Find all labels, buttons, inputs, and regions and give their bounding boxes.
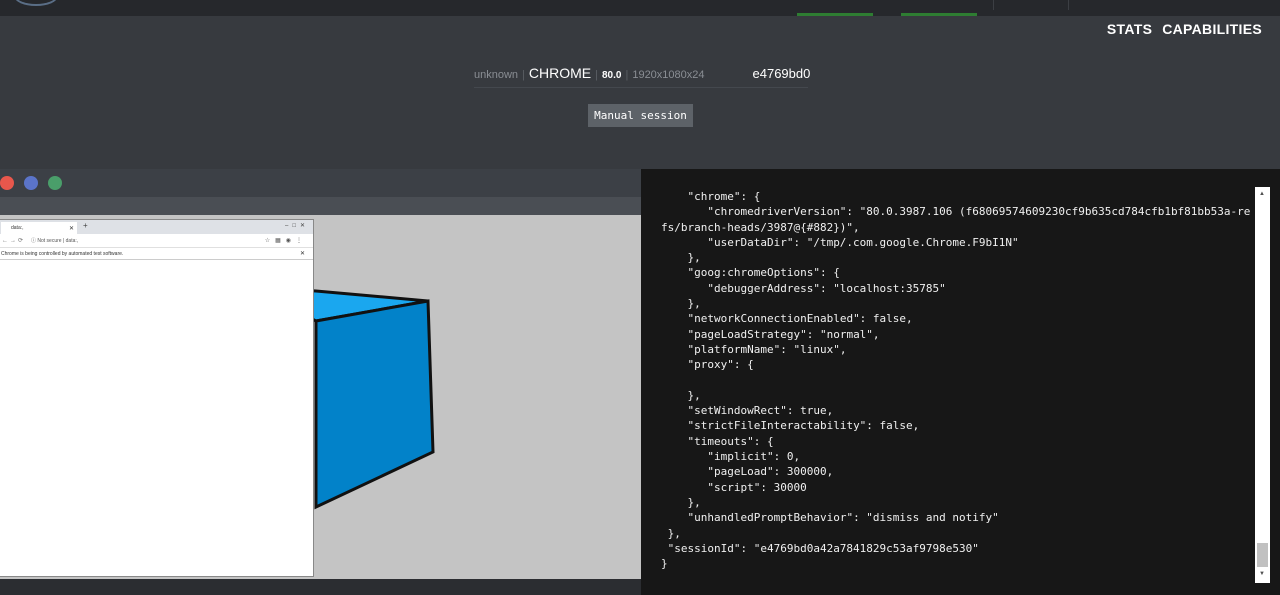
view-tabs: STATS CAPABILITIES: [1107, 21, 1262, 37]
browser-name: CHROME: [528, 65, 592, 81]
screen-resolution: 1920x1080x24: [632, 69, 705, 81]
maximize-dot-icon[interactable]: [48, 176, 62, 190]
automation-infobar: Chrome is being controlled by automated …: [0, 248, 313, 260]
close-tab-icon[interactable]: ✕: [69, 225, 74, 232]
close-infobar-icon[interactable]: ✕: [300, 250, 305, 257]
session-id: e4769bd0: [752, 66, 811, 81]
nav-divider: [993, 0, 994, 10]
browser-tabstrip: data:, ✕ + –□✕: [0, 220, 313, 234]
window-controls-icon[interactable]: –□✕: [285, 222, 309, 229]
session-header: STATS CAPABILITIES unknown | CHROME | 80…: [0, 16, 1280, 169]
scrollbar-thumb[interactable]: [1257, 543, 1268, 567]
automation-notice: Chrome is being controlled by automated …: [1, 251, 124, 257]
scrollbar[interactable]: ▲ ▼: [1255, 187, 1270, 583]
browser-window: data:, ✕ + –□✕ ←→⟳ ⓘ Not secure | data:,…: [0, 219, 314, 577]
manual-session-button[interactable]: Manual session: [588, 104, 693, 127]
address-url: data:,: [65, 238, 79, 244]
vnc-panel: data:, ✕ + –□✕ ←→⟳ ⓘ Not secure | data:,…: [0, 169, 641, 595]
nav-divider: [1068, 0, 1069, 10]
vnc-footer: [0, 579, 641, 595]
tab-stats[interactable]: STATS: [1107, 21, 1152, 37]
nav-arrows-icon[interactable]: ←→⟳: [2, 237, 25, 244]
separator: |: [625, 69, 629, 81]
separator: |: [595, 69, 598, 81]
vnc-screen[interactable]: data:, ✕ + –□✕ ←→⟳ ⓘ Not secure | data:,…: [0, 215, 641, 579]
new-tab-icon[interactable]: +: [83, 221, 88, 230]
top-nav-bar: [0, 0, 1280, 16]
browser-toolbar: ←→⟳ ⓘ Not secure | data:, ☆▦◉⋮: [0, 234, 313, 248]
browser-tab[interactable]: data:, ✕: [1, 222, 77, 234]
scroll-down-icon[interactable]: ▼: [1259, 571, 1265, 577]
browser-version-group: CHROME | 80.0: [529, 65, 622, 81]
tab-capabilities[interactable]: CAPABILITIES: [1162, 21, 1262, 37]
cube-front-face: [314, 299, 435, 510]
address-bar[interactable]: ⓘ Not secure | data:,: [31, 237, 78, 244]
capabilities-panel: "chrome": { "chromedriverVersion": "80.0…: [641, 169, 1280, 595]
session-info: unknown | CHROME | 80.0 | 1920x1080x24 e…: [474, 65, 811, 88]
logo-icon: [14, 0, 58, 6]
vnc-title-bar: [0, 169, 641, 197]
minimize-dot-icon[interactable]: [24, 176, 38, 190]
address-warning: Not secure: [37, 238, 62, 244]
scroll-up-icon[interactable]: ▲: [1259, 191, 1265, 197]
toolbar-icons[interactable]: ☆▦◉⋮: [265, 237, 307, 244]
browser-version: 80.0: [602, 70, 622, 81]
platform-label: unknown: [474, 69, 519, 81]
browser-tab-title: data:,: [11, 225, 24, 231]
capabilities-json: "chrome": { "chromedriverVersion": "80.0…: [661, 190, 1251, 571]
separator: |: [522, 69, 525, 81]
close-dot-icon[interactable]: [0, 176, 14, 190]
